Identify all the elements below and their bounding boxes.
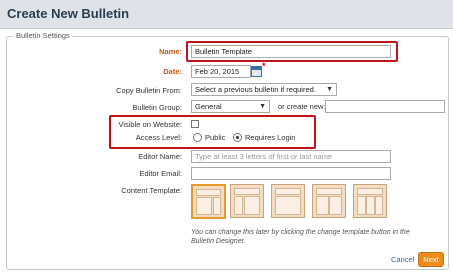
chevron-down-icon: ▼	[326, 86, 333, 93]
page-title: Create New Bulletin	[7, 6, 130, 21]
template-option-3[interactable]	[271, 184, 305, 218]
editor-email-label: Editor Email:	[139, 169, 182, 178]
editor-name-input[interactable]: Type at least 3 letters of first or last…	[191, 150, 391, 163]
template-help-note: You can change this later by clicking th…	[191, 229, 410, 245]
copy-from-value: Select a previous bulletin if required.	[195, 85, 316, 94]
date-input[interactable]: Feb 20, 2015	[191, 65, 251, 78]
title-bar: Create New Bulletin	[0, 0, 453, 29]
create-group-input[interactable]	[325, 100, 445, 113]
template-option-2[interactable]	[230, 184, 264, 218]
template-option-5[interactable]	[353, 184, 387, 218]
name-label: Name:	[159, 47, 182, 56]
copy-from-select[interactable]: Select a previous bulletin if required. …	[191, 83, 337, 96]
access-level-label: Access Level:	[135, 133, 182, 142]
next-button[interactable]: Next	[418, 252, 444, 267]
cancel-link[interactable]: Cancel	[391, 255, 414, 264]
visible-on-website-label: Visible on Website:	[118, 120, 182, 129]
date-label: Date:	[163, 67, 182, 76]
visible-on-website-checkbox[interactable]	[191, 120, 199, 128]
template-option-4[interactable]	[312, 184, 346, 218]
editor-name-label: Editor Name:	[138, 152, 182, 161]
access-requires-login-label: Requires Login	[245, 133, 296, 142]
template-option-1[interactable]	[191, 184, 226, 219]
content-template-label: Content Template:	[121, 186, 182, 195]
calendar-icon[interactable]	[251, 66, 262, 77]
bulletin-group-value: General	[195, 102, 222, 111]
required-asterisk: *	[262, 61, 266, 71]
access-public-radio[interactable]	[193, 133, 202, 142]
access-public-label: Public	[205, 133, 226, 142]
fieldset-legend: Bulletin Settings	[13, 31, 73, 40]
access-requires-login-radio[interactable]	[233, 133, 242, 142]
or-create-new-label: or create new:	[278, 102, 326, 111]
bulletin-group-label: Bulletin Group:	[132, 103, 182, 112]
chevron-down-icon: ▼	[259, 103, 266, 110]
copy-from-label: Copy Bulletin From:	[116, 86, 182, 95]
bulletin-group-select[interactable]: General ▼	[191, 100, 270, 113]
name-input[interactable]: Bulletin Template	[191, 45, 391, 58]
editor-email-input[interactable]	[191, 167, 391, 180]
